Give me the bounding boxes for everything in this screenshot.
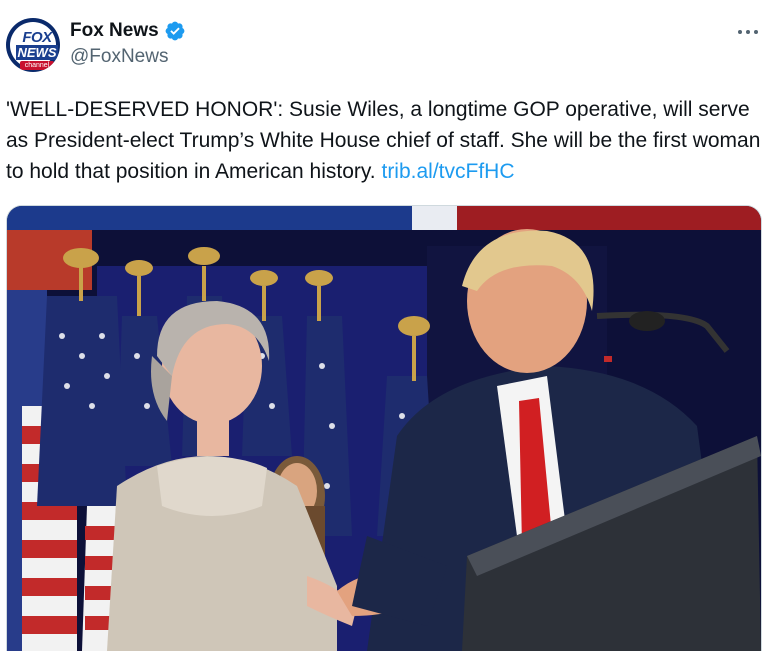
verified-badge-icon <box>165 21 185 41</box>
tweet-photo[interactable] <box>6 205 762 651</box>
author-avatar[interactable]: FOX NEWS channel <box>6 18 60 72</box>
tweet: FOX NEWS channel Fox News @FoxNews 'WELL… <box>0 0 768 651</box>
logo-channel-text: channel <box>20 61 54 70</box>
tweet-link[interactable]: trib.al/tvcFfHC <box>381 160 514 183</box>
fox-news-logo: FOX NEWS channel <box>10 22 58 70</box>
author-display-name[interactable]: Fox News <box>70 20 159 42</box>
author-handle[interactable]: @FoxNews <box>70 46 168 68</box>
logo-fox-text: FOX <box>22 29 52 46</box>
photo-illustration <box>7 206 761 651</box>
more-options-icon[interactable] <box>735 24 761 40</box>
logo-news-text: NEWS <box>16 45 58 60</box>
author-name-row[interactable]: Fox News <box>70 18 186 44</box>
tweet-text: 'WELL-DESERVED HONOR': Susie Wiles, a lo… <box>6 94 762 187</box>
